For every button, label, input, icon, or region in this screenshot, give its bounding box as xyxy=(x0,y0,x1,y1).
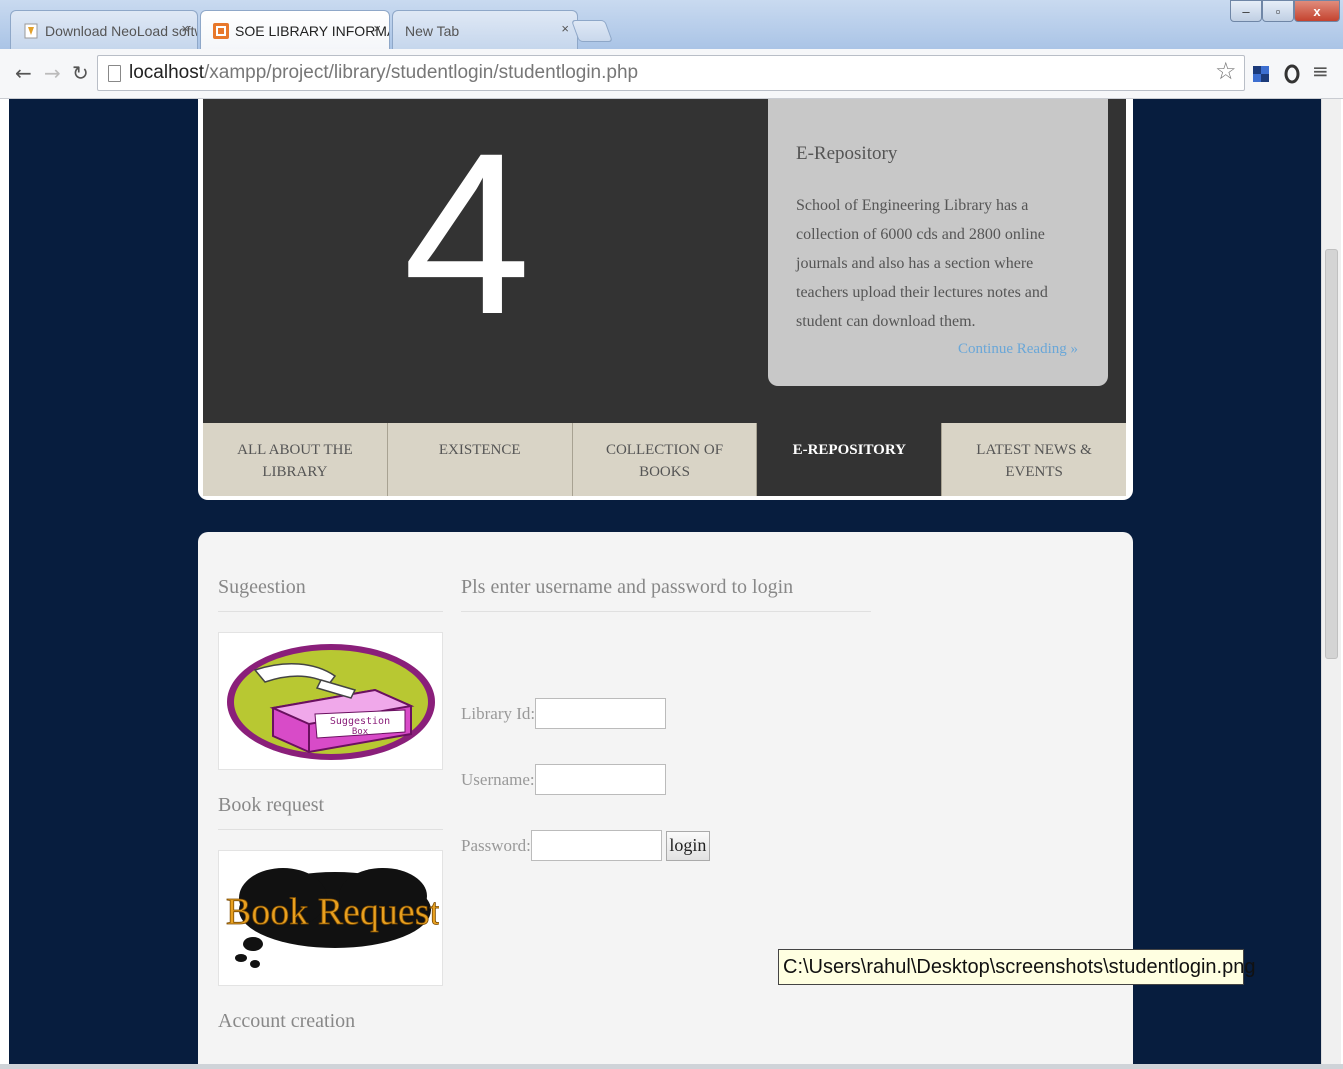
reload-icon[interactable]: ↻ xyxy=(72,61,89,85)
slider-tab-e-repository[interactable]: E-REPOSITORY xyxy=(757,423,943,496)
page-viewport: 4 E-Repository School of Engineering Lib… xyxy=(9,99,1321,1064)
suggestion-image-text: Box xyxy=(351,727,368,737)
url-host: localhost xyxy=(129,62,204,83)
file-path-tooltip: C:\Users\rahul\Desktop\screenshots\stude… xyxy=(778,949,1255,985)
sidebar: Sugeestion Suggestion Box Book request B… xyxy=(218,576,443,1064)
password-label: Password: xyxy=(461,835,531,855)
tab-soe-library[interactable]: SOE LIBRARY INFORMATI × xyxy=(200,10,390,50)
login-panel: Pls enter username and password to login… xyxy=(461,576,871,861)
tab-close-icon[interactable]: × xyxy=(561,21,569,36)
forward-arrow-icon[interactable]: → xyxy=(44,61,61,85)
back-arrow-icon[interactable]: ← xyxy=(15,61,32,85)
username-label: Username: xyxy=(461,769,535,789)
maximize-button[interactable]: ▫ xyxy=(1262,0,1294,22)
browser-tabstrip: Download NeoLoad softw × SOE LIBRARY INF… xyxy=(0,0,1343,50)
vertical-scrollbar[interactable] xyxy=(1321,99,1341,1064)
login-button[interactable]: login xyxy=(665,830,710,861)
url-path: /xampp/project/library/studentlogin/stud… xyxy=(204,62,639,83)
tab-close-icon[interactable]: × xyxy=(373,21,381,36)
browser-toolbar: ← → ↻ localhost/xampp/project/library/st… xyxy=(0,49,1343,99)
account-creation-heading: Account creation xyxy=(218,1010,356,1032)
tab-new-tab[interactable]: New Tab × xyxy=(392,10,578,50)
minimize-button[interactable]: – xyxy=(1230,0,1262,22)
suggestion-image-text: Suggestion xyxy=(329,716,389,727)
featured-slider: 4 E-Repository School of Engineering Lib… xyxy=(198,99,1133,500)
tab-label: Download NeoLoad softw xyxy=(45,22,197,39)
address-bar[interactable]: localhost/xampp/project/library/studentl… xyxy=(97,55,1245,91)
new-tab-button[interactable] xyxy=(570,20,614,42)
library-id-input[interactable] xyxy=(535,698,667,729)
username-row: Username: xyxy=(461,764,666,795)
suggestion-box-image[interactable]: Suggestion Box xyxy=(218,632,443,770)
tab-label: New Tab xyxy=(405,22,460,39)
slide-info-title: E-Repository xyxy=(796,143,898,164)
tab-label: SOE LIBRARY INFORMATI xyxy=(235,22,389,39)
extension-icon[interactable] xyxy=(1250,63,1272,85)
window-bottom-border xyxy=(0,1064,1343,1069)
slide-number: 4 xyxy=(403,105,531,362)
suggestion-heading: Sugeestion xyxy=(218,576,443,612)
slider-tab-news[interactable]: LATEST NEWS & EVENTS xyxy=(942,423,1126,496)
window-controls: – ▫ x xyxy=(1230,0,1340,22)
password-input[interactable] xyxy=(530,830,662,861)
slide-panel: 4 E-Repository School of Engineering Lib… xyxy=(203,99,1126,423)
menu-icon[interactable]: ≡ xyxy=(1312,59,1329,83)
login-heading: Pls enter username and password to login xyxy=(461,576,871,612)
book-request-image[interactable]: Book Request xyxy=(218,850,443,986)
scrollbar-thumb[interactable] xyxy=(1325,249,1338,659)
library-id-label: Library Id: xyxy=(461,703,536,723)
library-favicon-icon xyxy=(213,22,229,39)
slider-tab-bar: ALL ABOUT THE LIBRARY EXISTENCE COLLECTI… xyxy=(203,423,1126,496)
book-request-heading: Book request xyxy=(218,794,443,830)
slider-tab-existence[interactable]: EXISTENCE xyxy=(387,423,573,496)
password-row: Password: login xyxy=(461,830,710,861)
slider-tab-about[interactable]: ALL ABOUT THE LIBRARY xyxy=(203,423,388,496)
continue-reading-link[interactable]: Continue Reading » xyxy=(958,341,1078,358)
page-icon xyxy=(108,64,121,82)
username-input[interactable] xyxy=(534,764,666,795)
library-id-row: Library Id: xyxy=(461,698,667,729)
tab-close-icon[interactable]: × xyxy=(181,21,189,36)
opera-extension-icon[interactable] xyxy=(1281,63,1303,85)
neoload-favicon-icon xyxy=(23,23,39,39)
slide-info-body: School of Engineering Library has a coll… xyxy=(796,197,1048,330)
close-window-button[interactable]: x xyxy=(1294,0,1340,22)
book-request-image-text: Book Request xyxy=(225,891,438,933)
tab-neoload[interactable]: Download NeoLoad softw × xyxy=(10,10,198,50)
bookmark-star-icon[interactable]: ☆ xyxy=(1215,57,1237,85)
slider-tab-collection[interactable]: COLLECTION OF BOOKS xyxy=(572,423,758,496)
slide-info-box: E-Repository School of Engineering Libra… xyxy=(768,99,1108,386)
